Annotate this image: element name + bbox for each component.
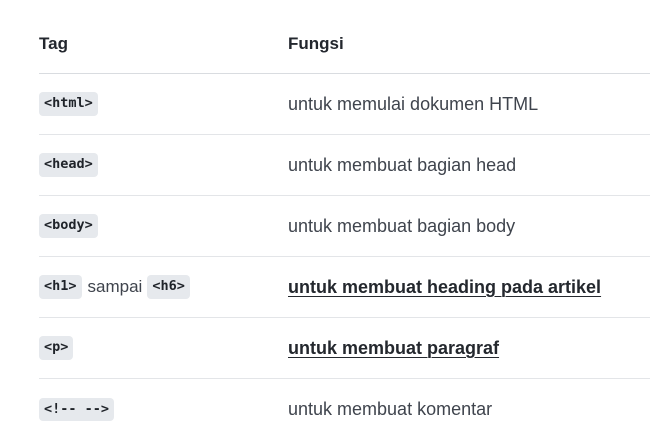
- function-cell: untuk membuat heading pada artikel: [288, 277, 650, 298]
- function-cell: untuk membuat paragraf: [288, 338, 650, 359]
- code-tag: <body>: [39, 214, 98, 238]
- range-word: sampai: [87, 277, 143, 296]
- code-tag: <head>: [39, 153, 98, 177]
- function-cell: untuk membuat bagian body: [288, 215, 516, 236]
- column-header-tag: Tag: [39, 33, 68, 53]
- table-row: <p> untuk membuat paragraf: [39, 318, 650, 379]
- tag-cell: <body>: [39, 214, 288, 238]
- table-row: <!-- --> untuk membuat komentar: [39, 379, 650, 440]
- function-cell: untuk membuat bagian head: [288, 154, 517, 175]
- tag-cell: <h1> sampai <h6>: [39, 275, 288, 299]
- function-link[interactable]: untuk membuat paragraf: [288, 338, 499, 358]
- code-tag: <h1>: [39, 275, 82, 299]
- tag-function-table: Tag Fungsi <html> untuk memulai dokumen …: [39, 0, 650, 440]
- function-cell: untuk membuat komentar: [288, 399, 493, 419]
- function-cell: untuk memulai dokumen HTML: [288, 93, 539, 114]
- table-row: <head> untuk membuat bagian head: [39, 135, 650, 196]
- table-row: <html> untuk memulai dokumen HTML: [39, 74, 650, 135]
- code-tag: <!-- -->: [39, 397, 115, 422]
- code-tag: <h6>: [147, 275, 190, 299]
- tag-cell: <p>: [39, 336, 288, 360]
- function-link[interactable]: untuk membuat heading pada artikel: [288, 277, 601, 297]
- column-header-fungsi: Fungsi: [288, 33, 344, 53]
- tag-cell: <head>: [39, 153, 288, 177]
- tag-cell: <!-- -->: [39, 397, 288, 422]
- tag-cell: <html>: [39, 92, 288, 116]
- table-header-row: Tag Fungsi: [39, 0, 650, 74]
- table-row: <h1> sampai <h6> untuk membuat heading p…: [39, 257, 650, 318]
- code-tag: <p>: [39, 336, 74, 360]
- code-tag: <html>: [39, 92, 98, 116]
- table-row: <body> untuk membuat bagian body: [39, 196, 650, 257]
